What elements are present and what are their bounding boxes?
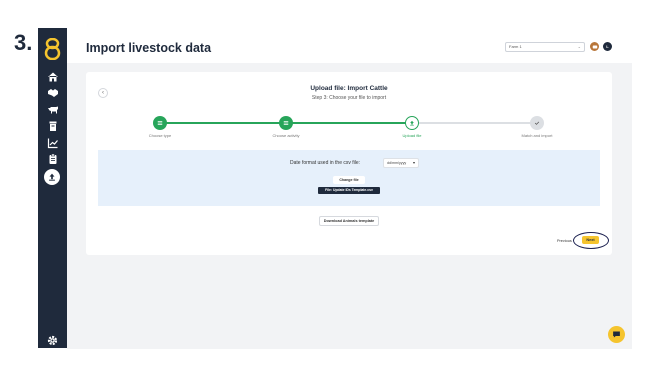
change-file-button[interactable]: Change file xyxy=(333,176,365,184)
date-format-label: Date format used in the csv file: xyxy=(290,160,361,166)
previous-button[interactable]: Previous xyxy=(557,239,572,243)
step-4-icon xyxy=(530,116,544,130)
farm-select[interactable]: Farm 1 ⌄ xyxy=(505,42,585,52)
step-3-label: Upload file xyxy=(402,133,422,138)
chevron-down-icon: ⌄ xyxy=(577,44,581,49)
farm-select-value: Farm 1 xyxy=(509,44,522,49)
upload-dropzone[interactable]: Date format used in the csv file: dd/mm/… xyxy=(98,150,600,206)
handshake-icon[interactable] xyxy=(45,87,60,99)
stepper-line-pending xyxy=(412,122,537,124)
step-4-label: Match and import xyxy=(521,133,553,138)
card-title: Upload file: Import Cattle xyxy=(310,85,388,92)
cattle-icon[interactable] xyxy=(45,104,60,116)
step-number: 3. xyxy=(14,30,33,55)
date-format-value: dd/mm/yyyy xyxy=(387,161,407,165)
card-subtitle: Step 3: Choose your file to import xyxy=(311,95,387,101)
logo-icon[interactable] xyxy=(44,37,61,61)
step-3-icon xyxy=(405,116,419,130)
step-1-icon xyxy=(153,116,167,130)
step-1-label: Choose type xyxy=(148,133,172,138)
highlight-ring xyxy=(573,232,609,249)
home-icon[interactable] xyxy=(45,71,60,83)
bin-icon[interactable] xyxy=(45,120,60,132)
date-format-select[interactable]: dd/mm/yyyy ▾ xyxy=(383,158,419,168)
import-card: ‹ Upload file: Import Cattle Step 3: Cho… xyxy=(86,72,612,255)
avatar-initial: L xyxy=(606,44,609,49)
caret-down-icon: ▾ xyxy=(412,160,415,165)
avatar[interactable]: L xyxy=(603,42,612,51)
upload-icon[interactable] xyxy=(44,169,60,185)
screen: 3. Import livestock data Farm 1 ⌄ L ‹ Up… xyxy=(0,0,670,376)
clipboard-icon[interactable] xyxy=(45,153,60,165)
gear-icon[interactable] xyxy=(46,334,59,347)
notification-icon[interactable] xyxy=(590,42,599,51)
chart-icon[interactable] xyxy=(45,137,60,149)
chat-icon[interactable] xyxy=(608,326,625,343)
step-2-label: Choose activity xyxy=(272,133,300,138)
download-template-button[interactable]: Download Animals template xyxy=(319,216,379,226)
step-2-icon xyxy=(279,116,293,130)
page-title: Import livestock data xyxy=(86,41,212,55)
sidebar xyxy=(38,28,67,348)
file-name-chip: File: Update IDs Template.csv xyxy=(318,187,380,194)
